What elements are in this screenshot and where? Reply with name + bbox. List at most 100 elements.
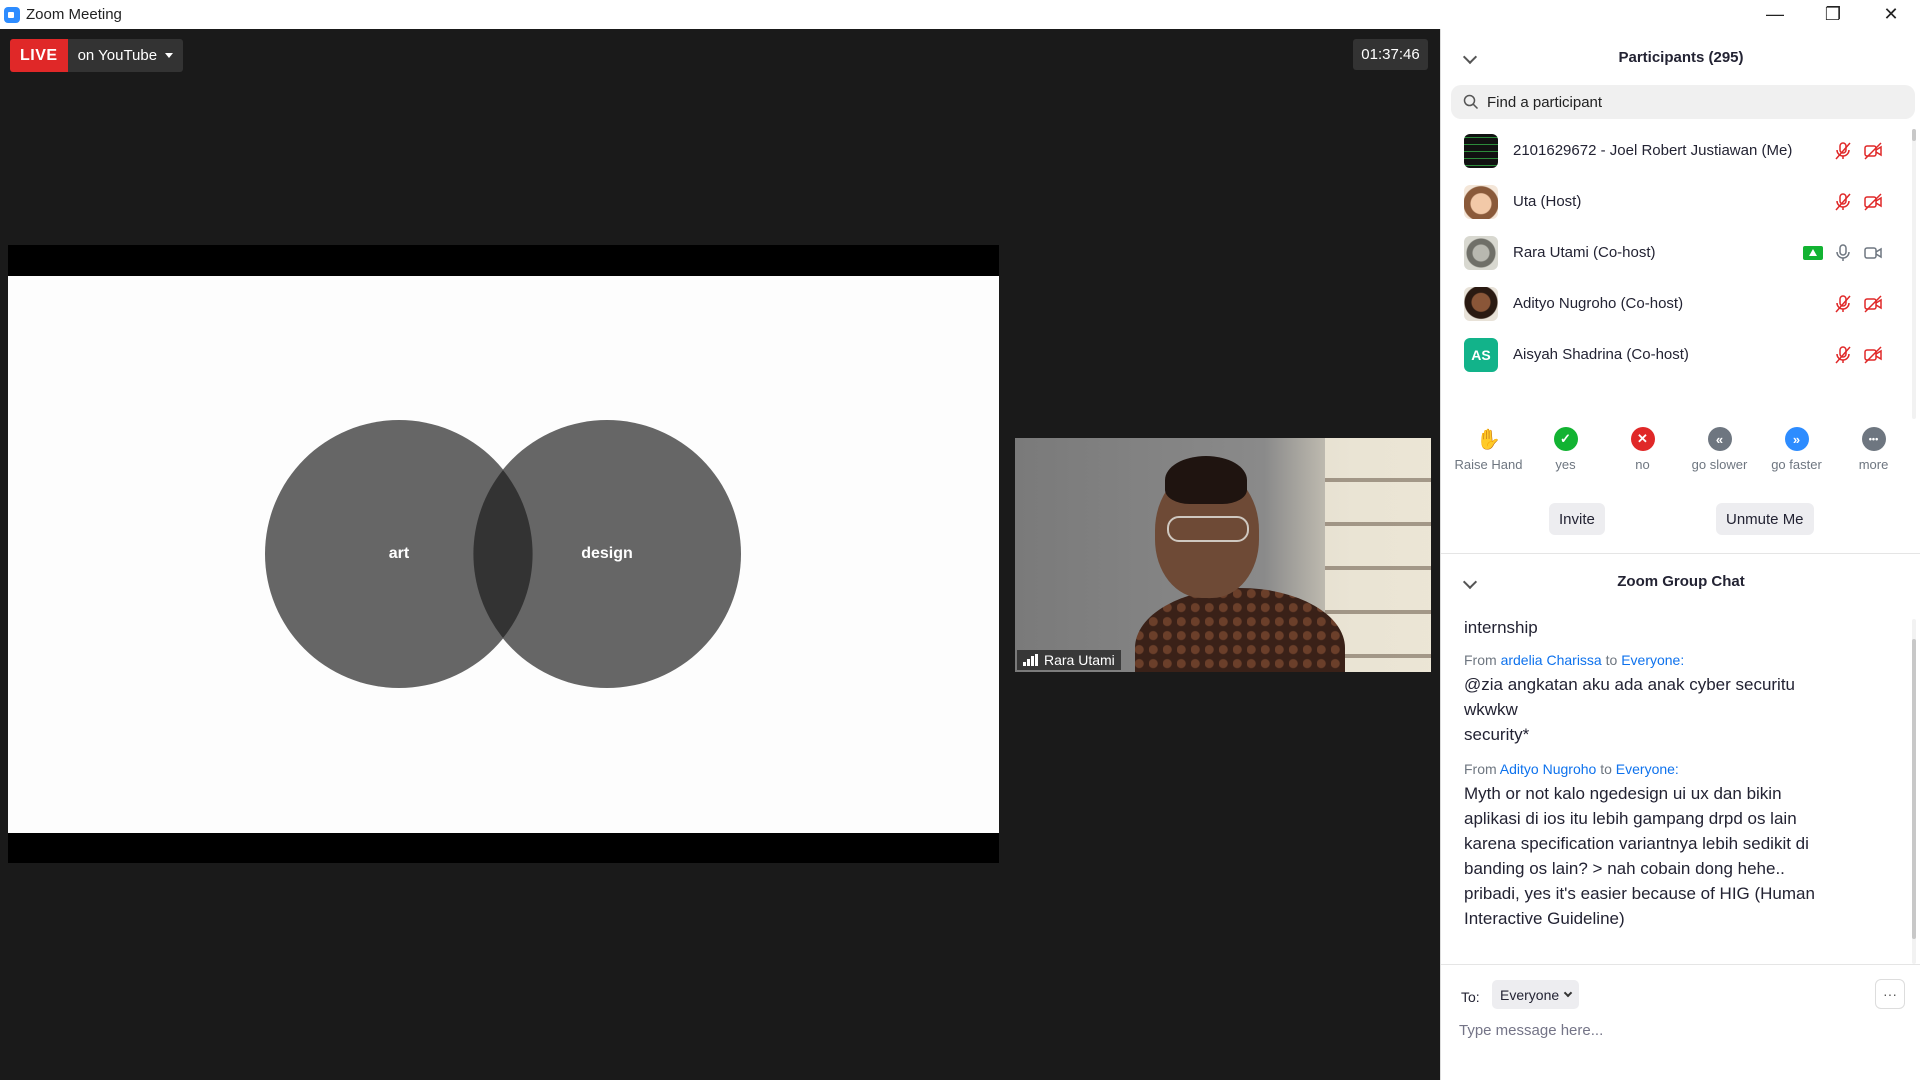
avatar: AS: [1464, 337, 1498, 372]
video-off-icon[interactable]: [1863, 294, 1883, 314]
side-panel: Participants (295) 2101629672 - Joel Rob…: [1440, 29, 1920, 1080]
venn-diagram: [265, 420, 741, 688]
reaction-no[interactable]: ✕ no: [1605, 427, 1680, 487]
participant-row[interactable]: Uta (Host): [1441, 176, 1911, 227]
check-icon: ✓: [1553, 427, 1578, 451]
chat-compose: To: Everyone ···: [1441, 964, 1920, 1080]
chat-sender[interactable]: Adityo Nugroho: [1500, 761, 1597, 777]
participants-scrollbar[interactable]: [1912, 129, 1916, 419]
reaction-label: Raise Hand: [1454, 457, 1523, 472]
participant-name: Uta (Host): [1513, 193, 1582, 210]
chat-to-word: to: [1605, 652, 1618, 668]
invite-button[interactable]: Invite: [1549, 503, 1605, 535]
chat-scroll-thumb[interactable]: [1912, 639, 1916, 939]
chat-from-prefix: From: [1464, 652, 1497, 668]
video-off-icon[interactable]: [1863, 141, 1883, 161]
participant-row[interactable]: Rara Utami (Co-host): [1441, 227, 1911, 278]
video-name-tag: Rara Utami: [1017, 650, 1121, 670]
participant-name: Adityo Nugroho (Co-host): [1513, 295, 1684, 312]
screen-share-icon: [1803, 245, 1823, 260]
participant-name: 2101629672 - Joel Robert Justiawan (Me): [1513, 142, 1793, 159]
chat-message-text: Myth or not kalo ngedesign ui ux dan bik…: [1464, 784, 1815, 928]
chat-message: From Adityo Nugroho to Everyone: Myth or…: [1441, 761, 1861, 931]
participant-row[interactable]: Adityo Nugroho (Co-host): [1441, 278, 1911, 329]
recipient-value: Everyone: [1500, 986, 1560, 1003]
chat-sender[interactable]: ardelia Charissa: [1501, 652, 1602, 668]
venn-label-design: design: [581, 545, 633, 562]
chat-message: From ardelia Charissa to Everyone: @zia …: [1441, 652, 1861, 747]
participant-name: Aisyah Shadrina (Co-host): [1513, 346, 1689, 363]
chat-recipient[interactable]: Everyone:: [1616, 761, 1679, 777]
chat-message-meta: From Adityo Nugroho to Everyone:: [1464, 761, 1861, 777]
reaction-more[interactable]: ••• more: [1836, 427, 1911, 487]
meeting-stage: LIVE on YouTube 01:37:46 art design Rara…: [0, 29, 1440, 1080]
nonverbal-feedback-bar: ✋ Raise Hand ✓ yes ✕ no « go slower » go…: [1451, 427, 1911, 487]
mic-muted-icon[interactable]: [1833, 141, 1853, 161]
video-icon[interactable]: [1863, 243, 1883, 263]
reaction-label: yes: [1555, 457, 1576, 472]
signal-strength-icon: [1023, 654, 1038, 666]
reaction-raise-hand[interactable]: ✋ Raise Hand: [1451, 427, 1526, 487]
speaker-hair: [1165, 456, 1247, 504]
participant-row[interactable]: 2101629672 - Joel Robert Justiawan (Me): [1441, 125, 1911, 176]
search-icon: [1463, 94, 1479, 110]
chat-message-text: @zia angkatan aku ada anak cyber securit…: [1464, 675, 1796, 744]
speaker-video-tile[interactable]: Rara Utami: [1015, 438, 1431, 672]
meeting-timer: 01:37:46: [1353, 39, 1428, 70]
reaction-label: go faster: [1771, 457, 1822, 472]
participant-search[interactable]: [1451, 85, 1915, 119]
screen-share-view: art design: [8, 245, 999, 863]
mic-muted-icon[interactable]: [1833, 192, 1853, 212]
hand-icon: ✋: [1476, 428, 1501, 451]
video-participant-name: Rara Utami: [1044, 652, 1115, 668]
participant-row[interactable]: AS Aisyah Shadrina (Co-host): [1441, 329, 1911, 380]
window-title: Zoom Meeting: [26, 6, 122, 23]
to-label: To:: [1461, 989, 1480, 1005]
reaction-label: more: [1858, 457, 1889, 472]
title-bar: Zoom Meeting — ❐ ✕: [0, 0, 1920, 29]
participant-actions: Invite Unmute Me: [1441, 503, 1920, 535]
video-off-icon[interactable]: [1863, 192, 1883, 212]
reaction-label: go slower: [1691, 457, 1748, 472]
stream-target-dropdown[interactable]: on YouTube: [67, 39, 184, 72]
mic-icon[interactable]: [1833, 243, 1853, 263]
avatar: [1464, 286, 1498, 321]
zoom-app-icon: [4, 6, 20, 23]
avatar: [1464, 133, 1498, 168]
caret-down-icon: [165, 53, 174, 58]
collapse-participants-icon[interactable]: [1462, 49, 1478, 65]
participants-header: Participants (295): [1441, 29, 1920, 85]
restore-button[interactable]: ❐: [1804, 0, 1862, 29]
mic-muted-icon[interactable]: [1833, 345, 1853, 365]
participants-scroll-thumb[interactable]: [1912, 129, 1916, 141]
speaker-glasses: [1167, 516, 1249, 542]
participant-row-partial[interactable]: [1441, 380, 1911, 393]
mic-muted-icon[interactable]: [1833, 294, 1853, 314]
venn-label-art: art: [388, 545, 410, 562]
chat-more-button[interactable]: ···: [1875, 979, 1905, 1009]
chat-recipient[interactable]: Everyone:: [1621, 652, 1684, 668]
chat-message-partial: internship: [1441, 615, 1861, 640]
participant-name: Rara Utami (Co-host): [1513, 244, 1656, 261]
chat-message-input[interactable]: [1459, 1017, 1899, 1043]
participant-list: 2101629672 - Joel Robert Justiawan (Me) …: [1441, 125, 1911, 393]
live-stream-badge[interactable]: LIVE on YouTube: [10, 39, 184, 72]
reaction-go-slower[interactable]: « go slower: [1682, 427, 1757, 487]
video-off-icon[interactable]: [1863, 345, 1883, 365]
reaction-yes[interactable]: ✓ yes: [1528, 427, 1603, 487]
avatar: [1464, 235, 1498, 270]
unmute-me-button[interactable]: Unmute Me: [1716, 503, 1814, 535]
minimize-button[interactable]: —: [1746, 0, 1804, 29]
chat-message-text: internship: [1464, 618, 1538, 637]
chat-scrollbar[interactable]: [1912, 619, 1916, 964]
chevron-down-icon: [1563, 988, 1573, 998]
chat-header: Zoom Group Chat: [1441, 553, 1920, 609]
window-controls: — ❐ ✕: [1746, 0, 1920, 29]
search-input[interactable]: [1487, 93, 1887, 111]
x-icon: ✕: [1630, 427, 1655, 451]
collapse-chat-icon[interactable]: [1462, 574, 1478, 589]
reaction-go-faster[interactable]: » go faster: [1759, 427, 1834, 487]
close-button[interactable]: ✕: [1862, 0, 1920, 29]
live-label: LIVE: [10, 39, 68, 72]
recipient-dropdown[interactable]: Everyone: [1492, 980, 1580, 1009]
